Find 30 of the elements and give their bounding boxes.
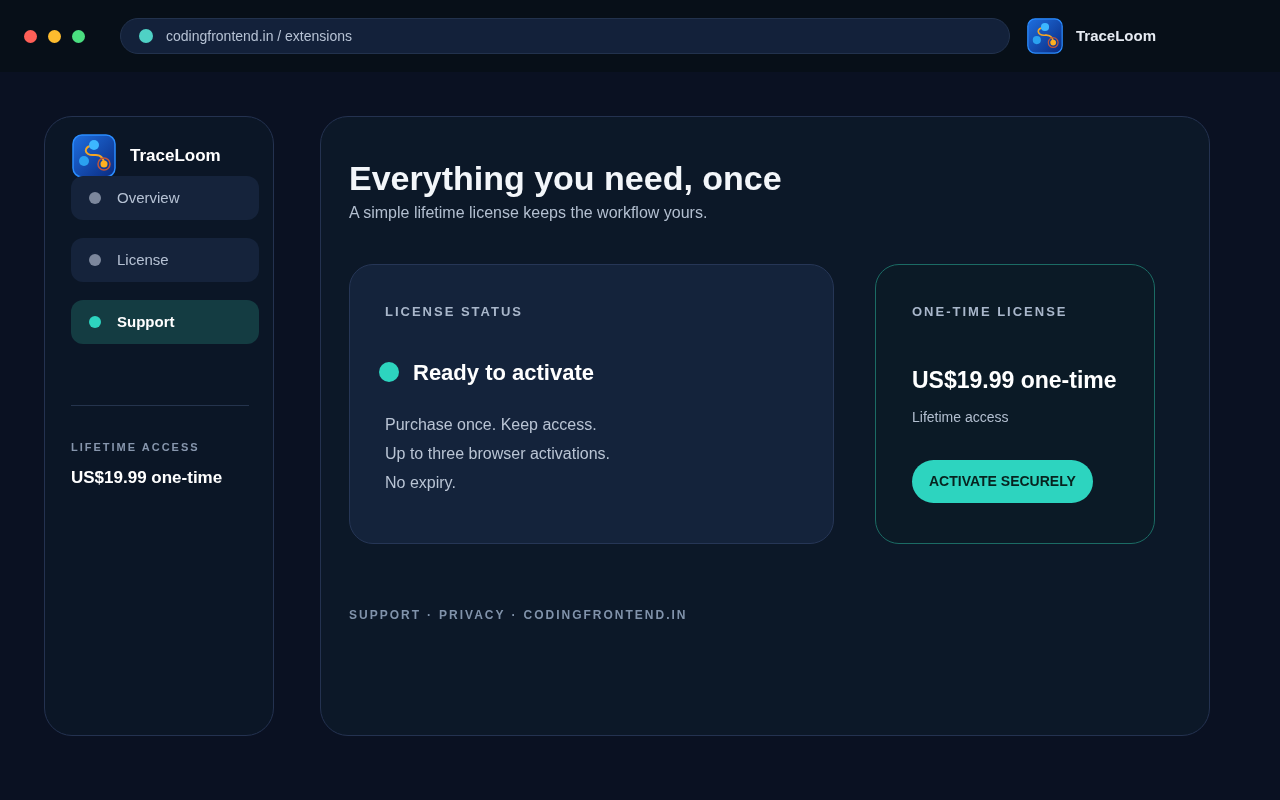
price-text: US$19.99 one-time	[71, 466, 224, 489]
separator: ·	[511, 607, 518, 624]
nav-item[interactable]: Overview	[71, 176, 259, 220]
status-text: Ready to activate	[413, 358, 594, 387]
price-text: US$19.99 one-time	[912, 365, 1117, 395]
nav-item[interactable]: License	[71, 238, 259, 282]
footer-link[interactable]: PRIVACY	[439, 606, 506, 624]
page-title: Everything you need, once	[349, 158, 783, 198]
card-heading: LICENSE STATUS	[385, 303, 525, 321]
app-name: TraceLoom	[1076, 25, 1157, 46]
access-label: LIFETIME ACCESS	[71, 440, 201, 455]
bullet-icon	[89, 192, 101, 204]
nav-item[interactable]: Support	[71, 300, 259, 344]
app-name: TraceLoom	[130, 145, 221, 168]
feature-line: Purchase once. Keep access.	[385, 414, 598, 435]
bullet-icon	[89, 316, 101, 328]
activate-button[interactable]: ACTIVATE SECURELY	[912, 459, 1093, 503]
card-heading: ONE-TIME LICENSE	[912, 303, 1069, 321]
app-logo-icon	[1027, 18, 1063, 54]
feature-line: Up to three browser activations.	[385, 443, 611, 464]
address-text: codingfrontend.in / extensions	[166, 26, 352, 46]
access-note: Lifetime access	[912, 407, 1010, 427]
app-logo-icon	[72, 134, 116, 178]
footer-link[interactable]: SUPPORT	[349, 606, 421, 624]
feature-line: No expiry.	[385, 472, 457, 493]
footer-link[interactable]: CODINGFRONTEND.IN	[523, 606, 688, 624]
page-subtitle: A simple lifetime license keeps the workflow yours.	[349, 203, 709, 223]
bullet-icon	[89, 254, 101, 266]
separator: ·	[427, 607, 433, 624]
address-bar[interactable]: codingfrontend.in / extensions	[120, 18, 1010, 54]
